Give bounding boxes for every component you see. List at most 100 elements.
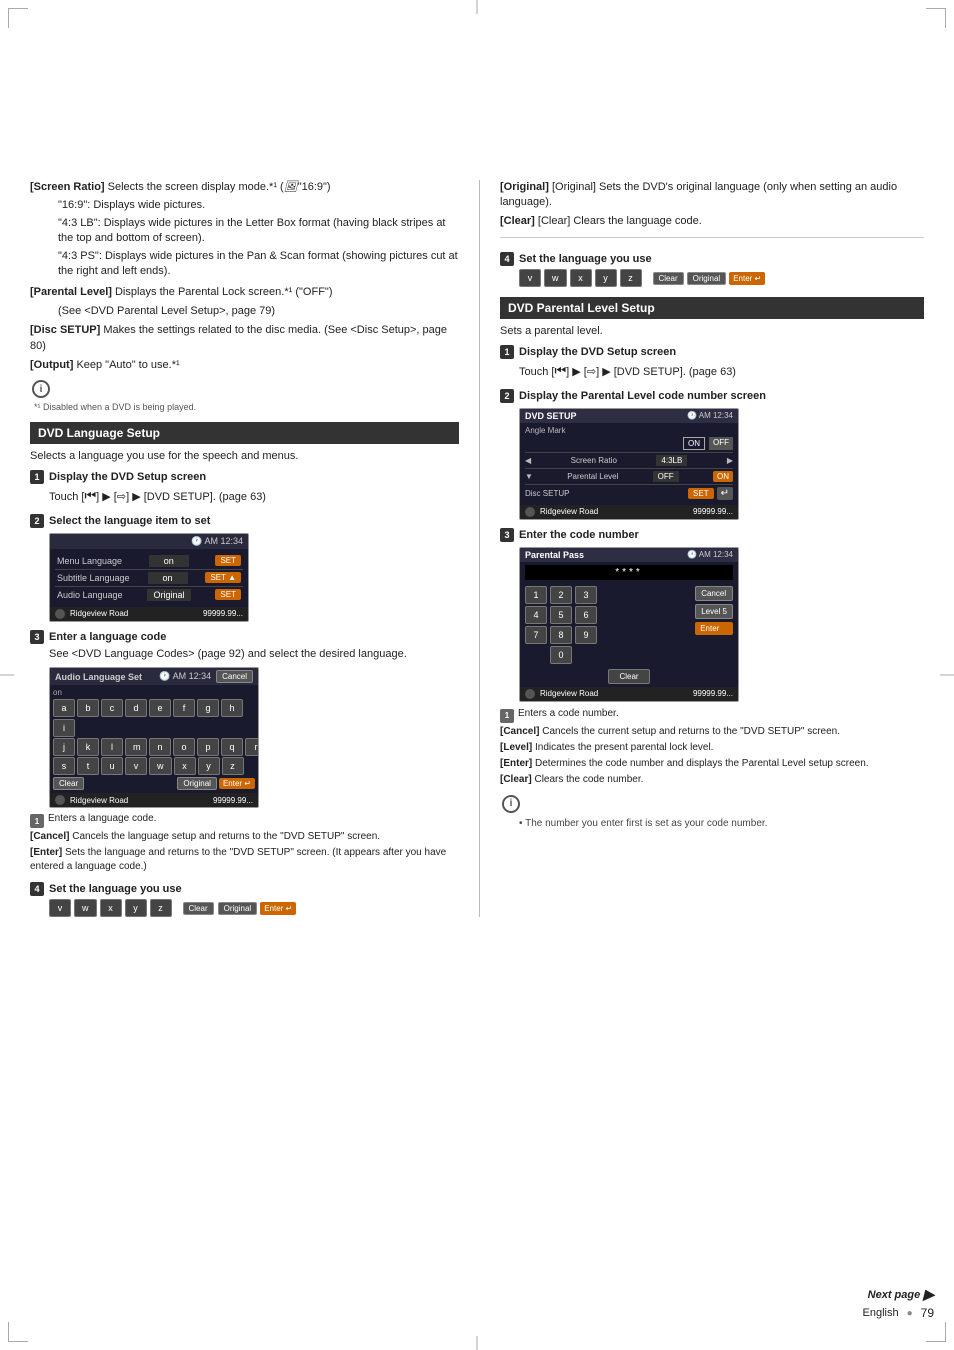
p-note1-text: Enters a code number. (518, 708, 619, 719)
num-row4: 0 (525, 646, 690, 664)
screen-ratio-desc: Selects the screen display mode.*¹ (🖼"16… (108, 181, 331, 193)
step4-right: 4 Set the language you use v w x y z Cle… (500, 237, 924, 287)
p-step2-title: Display the Parental Level code number s… (519, 390, 766, 402)
clear-desc: [Clear] Clears the language code. (538, 215, 702, 227)
parental-level-desc: Displays the Parental Lock screen.*¹ ("O… (115, 286, 333, 298)
p-step3-title: Enter the code number (519, 529, 639, 541)
step3-label: 3 Enter a language code (30, 630, 459, 644)
step3-title: Enter a language code (49, 631, 166, 643)
p-step1-title: Display the DVD Setup screen (519, 346, 676, 358)
screen-ratio-4-3-ps: "4:3 PS": Displays wide pictures in the … (58, 249, 459, 280)
page-bullet: ● (907, 1308, 913, 1319)
clear-btn-row: Clear (520, 669, 738, 687)
original-clear-info: [Original] [Original] Sets the DVD's ori… (500, 180, 924, 229)
step2-screen-body: Menu Language on SET Subtitle Language o… (50, 549, 248, 607)
info-icon-top: i (32, 380, 50, 398)
p-pass-header: Parental Pass 🕐 AM 12:34 (520, 548, 738, 562)
key-bottom: Clear Original Enter ↵ (53, 777, 255, 790)
output-item: [Output] Keep "Auto" to use.*¹ (30, 358, 459, 373)
parental-info-row: i (500, 791, 924, 817)
output-label: [Output] (30, 359, 73, 371)
p-step1-label: 1 Display the DVD Setup screen (500, 345, 924, 359)
p-step3-screen: Parental Pass 🕐 AM 12:34 **** 1 2 3 (519, 547, 739, 702)
step4r-keys: v w x y z Clear Original Enter ↵ (519, 269, 924, 287)
next-page-label: Next page (868, 1289, 921, 1301)
right-column: [Original] [Original] Sets the DVD's ori… (480, 180, 934, 917)
p-step2-screen: DVD SETUP 🕐 AM 12:34 Angle Mark ON OFF ◀ (519, 408, 739, 520)
page-num-area: Next page ▶ English ● 79 (863, 1286, 934, 1320)
p-keypad-area: 1 2 3 4 5 6 7 8 (520, 583, 738, 669)
dvd-language-intro: Selects a language you use for the speec… (30, 450, 459, 462)
next-arrow: ▶ (923, 1286, 934, 1303)
screen-ratio-item: [Screen Ratio] Selects the screen displa… (30, 180, 459, 195)
p-screen-header: DVD SETUP 🕐 AM 12:34 (520, 409, 738, 423)
step4-num: 4 (30, 882, 44, 896)
cancel-btn[interactable]: Cancel (695, 586, 733, 601)
step4r-num: 4 (500, 252, 514, 266)
step2-screen-header: 🕐 AM 12:34 (50, 534, 248, 549)
p-step3-notes: 1 Enters a code number. [Cancel] Cancels… (500, 708, 924, 787)
p-step1-num: 1 (500, 345, 514, 359)
step4-keys: v w x y z Clear Original Enter ↵ (49, 899, 459, 917)
pass-display: **** (525, 565, 733, 580)
p-pass-footer: Ridgeview Road 99999.99... (520, 687, 738, 701)
page-number: 79 (921, 1306, 934, 1320)
step3-screen-header: Audio Language Set 🕐 AM 12:34 Cancel (50, 668, 258, 685)
step3-desc: See <DVD Language Codes> (page 92) and s… (49, 647, 459, 662)
screen-ratio-16-9: "16:9": Displays wide pictures. (58, 198, 459, 213)
p-step2-num: 2 (500, 389, 514, 403)
p-parental-row: ▼ Parental Level OFF ON (525, 471, 733, 482)
divider1 (55, 569, 243, 570)
info-icon-parental: i (502, 795, 520, 813)
disc-setup-item: [Disc SETUP] Makes the settings related … (30, 323, 459, 354)
step2-row-menu: Menu Language on SET (55, 554, 243, 568)
page-footer: English ● 79 (863, 1306, 934, 1320)
step2-screen: 🕐 AM 12:34 Menu Language on SET Subtitle… (49, 533, 249, 622)
enter-btn[interactable]: Enter (695, 622, 733, 635)
step3-screen-body: on a b c d e f g h i (50, 685, 258, 793)
key-row3: s t u v w x y z (53, 757, 255, 775)
step1-title: Display the DVD Setup screen (49, 471, 206, 483)
p-screen-body: Angle Mark ON OFF ◀ Screen Ratio 4:3LB ▶ (520, 423, 738, 505)
step1-desc: Touch [⏮] ▶ [⇨] ▶ [DVD SETUP]. (page 63) (49, 487, 459, 505)
step3-notes: 1 Enters a language code. [Cancel] Cance… (30, 813, 459, 874)
set-language-step: 4 Set the language you use v w x y z Cle… (30, 882, 459, 917)
step2-row-subtitle: Subtitle Language on SET ▲ (55, 571, 243, 585)
p-disc-row: Disc SETUP SET ↵ (525, 487, 733, 500)
step4-title: Set the language you use (49, 883, 182, 895)
step2-num: 2 (30, 514, 44, 528)
step2-title: Select the language item to set (49, 515, 210, 527)
screen-ratio-label: [Screen Ratio] (30, 181, 105, 193)
step2-footer: Ridgeview Road 99999.99... (50, 607, 248, 621)
p-screen-ratio-row: ◀ Screen Ratio 4:3LB ▶ (525, 455, 733, 466)
step3-footer: Ridgeview Road 99999.99... (50, 793, 258, 807)
dvd-language-setup-section: DVD Language Setup Selects a language yo… (30, 422, 459, 874)
original-desc: [Original] Sets the DVD's original langu… (500, 181, 897, 208)
step1-num: 1 (30, 470, 44, 484)
parental-level-item: [Parental Level] Displays the Parental L… (30, 285, 459, 300)
parental-level-see: (See <DVD Parental Level Setup>, page 79… (58, 304, 459, 319)
level5-btn[interactable]: Level 5 (695, 604, 733, 619)
dvd-language-setup-title: DVD Language Setup (30, 422, 459, 444)
num-row1: 1 2 3 (525, 586, 690, 604)
step2-label: 2 Select the language item to set (30, 514, 459, 528)
p-step3-num: 3 (500, 528, 514, 542)
next-page: Next page ▶ (863, 1286, 934, 1303)
dvd-parental-title: DVD Parental Level Setup (500, 297, 924, 319)
p-step1-desc: Touch [⏮] ▶ [⇨] ▶ [DVD SETUP]. (page 63) (519, 362, 924, 380)
keypad-grid: 1 2 3 4 5 6 7 8 (525, 586, 690, 666)
p-step3-label: 3 Enter the code number (500, 528, 924, 542)
note1-text: Enters a language code. (48, 813, 156, 824)
dvd-parental-section: DVD Parental Level Setup Sets a parental… (500, 297, 924, 830)
divider2 (55, 586, 243, 587)
dvd-parental-intro: Sets a parental level. (500, 325, 924, 337)
num-row2: 4 5 6 (525, 606, 690, 624)
parental-level-label: [Parental Level] (30, 286, 112, 298)
step4r-title: Set the language you use (519, 253, 652, 265)
key-row1: a b c d e f g h i (53, 699, 255, 737)
left-column: [Screen Ratio] Selects the screen displa… (20, 180, 480, 917)
key-row2: j k l m n o p q r (53, 738, 255, 756)
clear-btn[interactable]: Clear (608, 669, 649, 684)
step2-row-audio: Audio Language Original SET (55, 588, 243, 602)
p-screen-footer: Ridgeview Road 99999.99... (520, 505, 738, 519)
